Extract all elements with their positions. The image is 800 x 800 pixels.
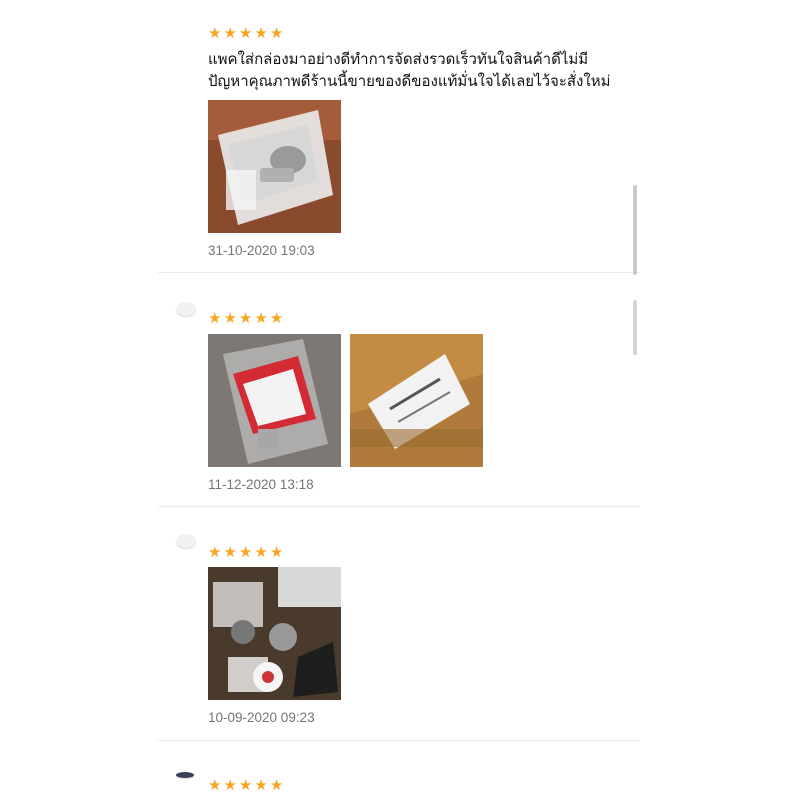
user-avatar[interactable] [176,772,194,778]
star-icon: ★ [223,24,237,42]
review-comment: แพคใส่กล่องมาอย่างดีทำการจัดส่งรวดเร็วทั… [208,48,628,92]
review-photos [208,100,341,233]
star-icon: ★ [269,24,284,42]
bolt-in-bag-photo-icon [208,100,341,233]
user-avatar[interactable] [176,534,196,548]
honda-part-bag-photo-icon [208,334,341,467]
review-comment-line: ปัญหาคุณภาพดีร้านนี้ขายของดีของแท้มั่นใจ… [208,72,611,90]
review-item: ★ ★ ★ ★ ★ [158,740,640,800]
star-icon: ★ [269,543,284,561]
user-avatar[interactable] [176,302,196,316]
review-photos [208,567,341,700]
star-icon: ★ [208,24,222,42]
star-icon: ★ [238,543,253,561]
star-rating: ★ ★ ★ ★ ★ [208,777,283,793]
review-feed: ★ ★ ★ ★ ★ แพคใส่กล่องมาอย่างดีทำการจัดส่… [0,0,800,800]
review-photo[interactable] [208,334,341,467]
star-icon: ★ [238,309,253,327]
star-rating: ★ ★ ★ ★ ★ [208,310,283,326]
star-icon: ★ [254,776,268,794]
star-icon: ★ [223,776,237,794]
star-icon: ★ [254,543,268,561]
review-item: ★ ★ ★ ★ ★ แพคใส่กล่องมาอย่างดีทำการจัดส่… [158,0,640,272]
star-icon: ★ [208,776,222,794]
star-icon: ★ [254,24,268,42]
star-icon: ★ [223,543,237,561]
star-rating: ★ ★ ★ ★ ★ [208,544,283,560]
star-icon: ★ [208,309,222,327]
review-photo[interactable] [208,567,341,700]
review-item: ★ ★ ★ ★ ★ 10-09-2020 09:23 [158,506,640,740]
star-icon: ★ [238,24,253,42]
star-icon: ★ [269,309,284,327]
scrollbar-track-segment[interactable] [633,300,637,355]
review-photos [208,334,483,467]
review-photo[interactable] [350,334,483,467]
review-comment-line: แพคใส่กล่องมาอย่างดีทำการจัดส่งรวดเร็วทั… [208,50,589,68]
review-date: 10-09-2020 09:23 [208,710,315,725]
star-icon: ★ [238,776,253,794]
star-icon: ★ [223,309,237,327]
star-rating: ★ ★ ★ ★ ★ [208,25,283,41]
review-item: ★ ★ ★ ★ ★ [158,272,640,506]
star-icon: ★ [208,543,222,561]
star-icon: ★ [254,309,268,327]
assorted-parts-photo-icon [208,567,341,700]
scrollbar-thumb[interactable] [633,185,637,275]
review-date: 31-10-2020 19:03 [208,243,315,258]
review-date: 11-12-2020 13:18 [208,477,314,492]
parcel-box-photo-icon [350,334,483,467]
review-photo[interactable] [208,100,341,233]
star-icon: ★ [269,776,284,794]
